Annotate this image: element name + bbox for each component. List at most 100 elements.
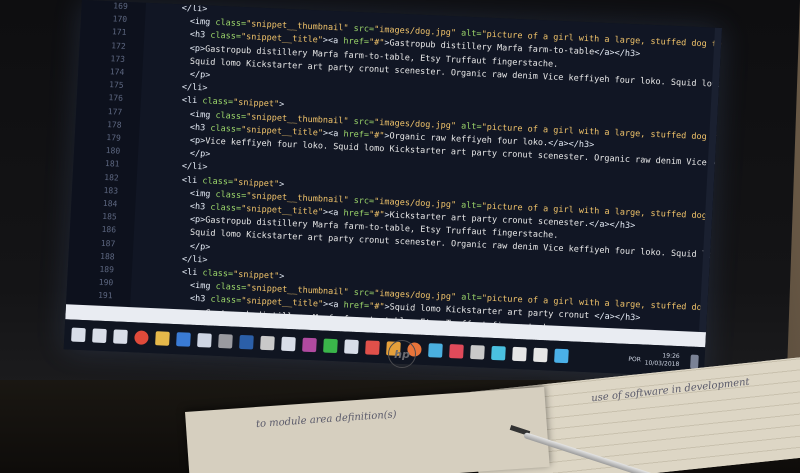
code-token: "snippet__title" [240, 296, 324, 310]
chrome-icon[interactable] [134, 330, 149, 345]
code-token: href= [343, 208, 370, 220]
code-token: <p> [189, 135, 206, 147]
code-token: "snippet" [232, 97, 280, 110]
photoshop-icon[interactable] [239, 334, 254, 350]
code-token: "#" [368, 209, 385, 221]
app-icon[interactable] [281, 336, 296, 352]
code-token: <li [181, 267, 203, 279]
code-token: > [278, 100, 285, 111]
code-token: "#" [368, 37, 385, 49]
code-token: class= [215, 189, 247, 201]
code-token: alt= [460, 28, 482, 40]
code-token: class= [202, 175, 234, 188]
code-token: class= [210, 295, 242, 307]
handwriting-left: to module area definition(s) [255, 409, 397, 431]
code-token: src= [353, 288, 375, 299]
code-token: "#" [368, 130, 385, 141]
app-icon[interactable] [302, 337, 317, 353]
code-token: class= [215, 282, 247, 294]
code-token: alt= [460, 292, 482, 304]
code-token: href= [343, 36, 370, 48]
photo-scene: 169 </li> 170 <img class="snippet__thumbnai… [0, 0, 800, 473]
code-token: class= [210, 202, 242, 214]
code-token: </a></h3> [593, 47, 641, 60]
code-token: "snippet__title" [240, 203, 324, 218]
code-token: <h3 [189, 294, 211, 305]
code-editor[interactable]: 169 </li> 170 <img class="snippet__thumbnai… [65, 0, 722, 348]
app-icon[interactable] [218, 333, 233, 349]
app-icon[interactable] [554, 348, 569, 364]
app-icon[interactable] [176, 332, 191, 347]
code-token: </li> [181, 3, 208, 15]
code-token: ><a [322, 128, 344, 140]
app-icon[interactable] [449, 344, 464, 359]
code-token: class= [210, 123, 242, 135]
code-token: <h3 [189, 201, 211, 213]
code-token: "images/dog.jpg" [373, 288, 462, 303]
code-token: <img [189, 280, 216, 293]
code-token: "#" [368, 301, 385, 313]
search-icon[interactable] [92, 328, 107, 344]
code-token: <li [181, 95, 203, 107]
code-token: class= [202, 268, 234, 280]
code-token: </p> [189, 69, 211, 81]
code-token: ><a [322, 299, 344, 311]
code-text: </li> [182, 161, 208, 175]
code-token: alt= [460, 121, 482, 133]
code-token: alt= [460, 200, 482, 212]
laptop-screen: 169 </li> 170 <img class="snippet__thumbnai… [63, 0, 722, 378]
code-token: "snippet__title" [240, 32, 324, 46]
code-token: <img [189, 16, 216, 28]
code-text: </li> [182, 253, 208, 267]
code-token: <img [189, 109, 216, 121]
code-token: href= [343, 300, 370, 312]
folder-icon[interactable] [155, 331, 170, 346]
app-icon[interactable] [323, 338, 338, 354]
code-token: class= [215, 18, 247, 30]
code-token: </a></h3> [594, 311, 641, 324]
handwriting-right: use of software in development [590, 376, 751, 405]
code-token: class= [215, 110, 247, 122]
code-text: </p> [190, 148, 211, 162]
app-icon[interactable] [512, 346, 527, 362]
app-icon[interactable] [260, 335, 275, 351]
code-token: "snippet" [232, 269, 280, 282]
code-token: </a></h3> [547, 138, 595, 151]
app-icon[interactable] [344, 339, 359, 355]
code-token: src= [353, 195, 375, 207]
code-text: </p> [189, 69, 211, 83]
code-token: <p> [189, 214, 206, 226]
code-token: <h3 [189, 30, 211, 41]
code-token: </li> [181, 161, 208, 173]
code-token: class= [202, 96, 234, 108]
code-token: > [278, 179, 285, 190]
tray-clock[interactable]: 19:26 10/03/2018 [644, 352, 679, 369]
tray-language[interactable]: POR [628, 355, 641, 363]
code-token: class= [210, 31, 242, 43]
code-token: "images/dog.jpg" [373, 196, 462, 211]
code-text: </li> [181, 2, 208, 16]
code-text: </p> [190, 240, 211, 254]
code-token: <img [189, 188, 216, 200]
code-text: </li> [181, 82, 208, 96]
code-token: "snippet__title" [240, 124, 324, 139]
app-icon[interactable] [533, 347, 548, 363]
code-token: </a></h3> [588, 219, 636, 232]
app-icon[interactable] [491, 345, 506, 361]
task-view-icon[interactable] [113, 329, 128, 344]
code-token: </li> [181, 82, 208, 94]
mail-icon[interactable] [470, 344, 485, 360]
app-icon[interactable] [365, 340, 380, 355]
code-token: > [278, 271, 285, 282]
code-token: ><a [322, 35, 344, 47]
code-token: href= [343, 129, 370, 141]
code-token: <h3 [189, 122, 211, 134]
windows-start-icon[interactable] [71, 327, 86, 343]
code-token: </li> [181, 254, 208, 266]
app-icon[interactable] [197, 333, 212, 348]
code-token: ><a [322, 207, 344, 219]
app-icon[interactable] [428, 343, 443, 358]
clock-date: 10/03/2018 [644, 359, 680, 369]
notification-icon[interactable] [690, 354, 699, 369]
code-token: "images/dog.jpg" [373, 24, 462, 39]
